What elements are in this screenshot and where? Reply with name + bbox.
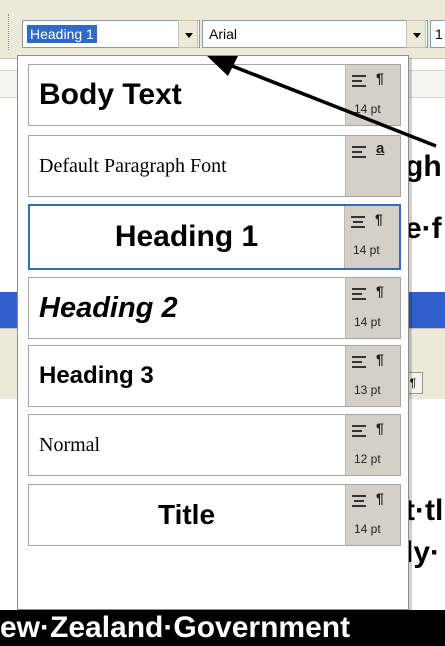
font-size-label: 14 pt (353, 243, 380, 257)
style-meta: ¶ 12 pt (345, 415, 400, 475)
style-dropdown-button[interactable] (178, 20, 198, 48)
style-item-heading-3[interactable]: Heading 3 ¶ 13 pt (28, 345, 401, 407)
toolbar-grip[interactable] (8, 14, 14, 50)
style-meta: ¶ 14 pt (345, 65, 400, 125)
align-left-icon (352, 288, 366, 300)
align-left-icon (352, 356, 366, 368)
style-item-title[interactable]: Title ¶ 14 pt (28, 484, 401, 546)
style-dropdown-list: Body Text ¶ 14 pt Default Paragraph Font… (17, 55, 409, 610)
align-left-icon (352, 425, 366, 437)
style-name: Normal (39, 433, 101, 456)
banner-text: ew·Zealand·Government (0, 611, 351, 644)
pilcrow-icon: ¶ (376, 420, 384, 436)
document-text-fragment: t·tl (405, 494, 444, 527)
character-style-icon: a (376, 140, 385, 157)
align-left-icon (352, 146, 366, 158)
style-name: Heading 3 (39, 362, 154, 389)
font-size-label: 14 pt (354, 315, 381, 329)
font-dropdown-button[interactable] (406, 20, 426, 48)
style-name: Title (157, 499, 216, 530)
style-value: Heading 1 (27, 25, 97, 43)
style-meta: ¶ 14 pt (345, 485, 400, 545)
chevron-down-icon (413, 33, 421, 38)
style-name: Default Paragraph Font (39, 154, 227, 177)
document-text-fragment: ly· (405, 536, 441, 569)
font-combobox[interactable]: Arial (202, 20, 428, 48)
style-name: Heading 1 (114, 220, 259, 253)
pilcrow-icon: ¶ (375, 211, 383, 227)
style-combobox[interactable]: Heading 1 (22, 20, 200, 48)
font-value: Arial (209, 26, 238, 42)
font-size-label: 13 pt (354, 383, 381, 397)
style-meta: ¶ 14 pt (344, 206, 399, 268)
style-meta: a (345, 136, 400, 196)
pilcrow-icon: ¶ (376, 351, 384, 367)
font-size-label: 14 pt (354, 102, 381, 116)
pilcrow-icon: ¶ (376, 70, 384, 86)
align-center-icon (351, 216, 365, 228)
style-meta: ¶ 13 pt (345, 346, 400, 406)
formatting-toolbar: Heading 1 Arial 1 (0, 0, 445, 59)
align-left-icon (352, 75, 366, 87)
pilcrow-icon: ¶ (376, 490, 384, 506)
document-text-fragment: e·f (405, 212, 442, 245)
font-size-value: 1 (435, 26, 443, 42)
style-item-default-paragraph-font[interactable]: Default Paragraph Font a (28, 135, 401, 197)
style-name: Body Text (39, 78, 182, 111)
style-item-heading-1[interactable]: Heading 1 ¶ 14 pt (28, 204, 401, 270)
pilcrow-icon: ¶ (376, 283, 384, 299)
chevron-down-icon (185, 33, 193, 38)
style-meta: ¶ 14 pt (345, 278, 400, 338)
align-center-icon (352, 495, 366, 507)
style-name: Heading 2 (39, 291, 178, 324)
document-text-fragment: gh (405, 150, 442, 183)
style-item-body-text[interactable]: Body Text ¶ 14 pt (28, 64, 401, 126)
pilcrow-icon: ¶ (409, 376, 417, 390)
font-size-combobox[interactable]: 1 (430, 20, 445, 48)
style-item-heading-2[interactable]: Heading 2 ¶ 14 pt (28, 277, 401, 339)
font-size-label: 12 pt (354, 452, 381, 466)
document-banner: ew·Zealand·Government (0, 610, 445, 646)
font-size-label: 14 pt (354, 522, 381, 536)
style-item-normal[interactable]: Normal ¶ 12 pt (28, 414, 401, 476)
